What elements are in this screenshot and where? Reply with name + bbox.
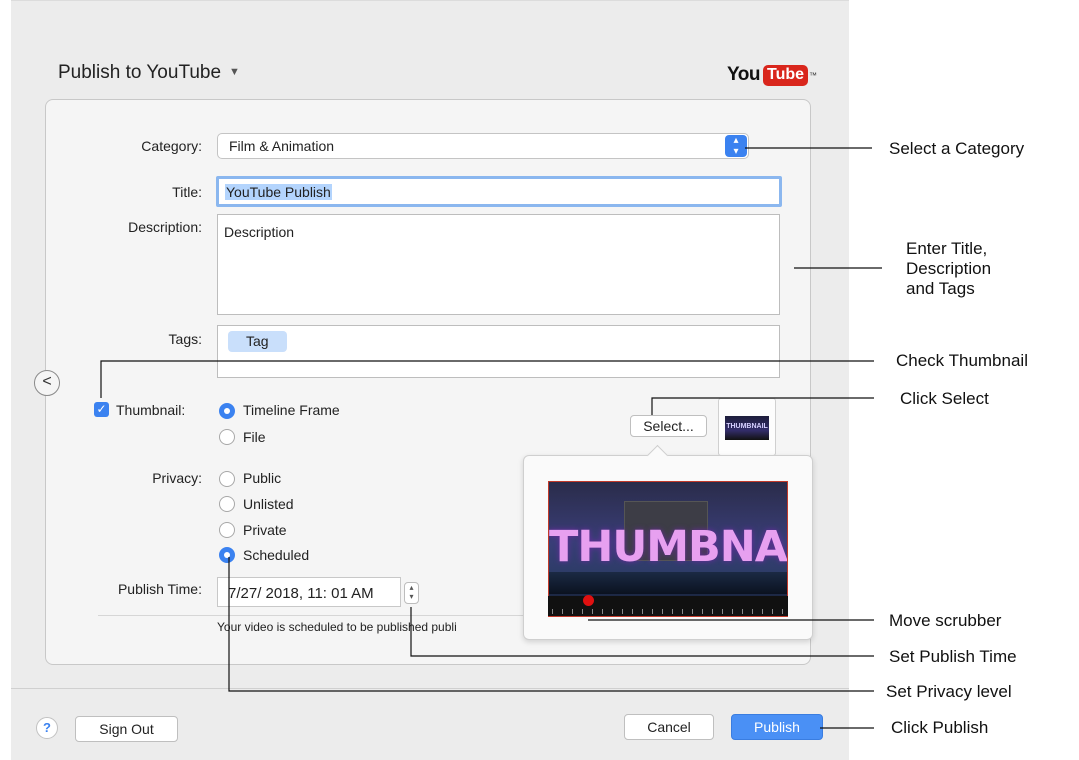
callout-click-select: Click Select (900, 389, 989, 408)
callout-click-publish: Click Publish (891, 718, 989, 737)
callout-line-2: Description (906, 259, 992, 278)
callout-move-scrubber: Move scrubber (889, 611, 1002, 630)
callout-check-thumbnail: Check Thumbnail (896, 351, 1028, 370)
callout-lines (100, 147, 882, 729)
callout-set-publish-time: Set Publish Time (889, 647, 1017, 666)
callout-line-3: and Tags (906, 279, 975, 298)
callout-select-category: Select a Category (889, 139, 1025, 158)
callout-line-1: Enter Title, (906, 239, 988, 258)
callout-set-privacy: Set Privacy level (886, 682, 1012, 701)
callout-title-desc-tags: Enter Title, Description and Tags (906, 239, 991, 299)
